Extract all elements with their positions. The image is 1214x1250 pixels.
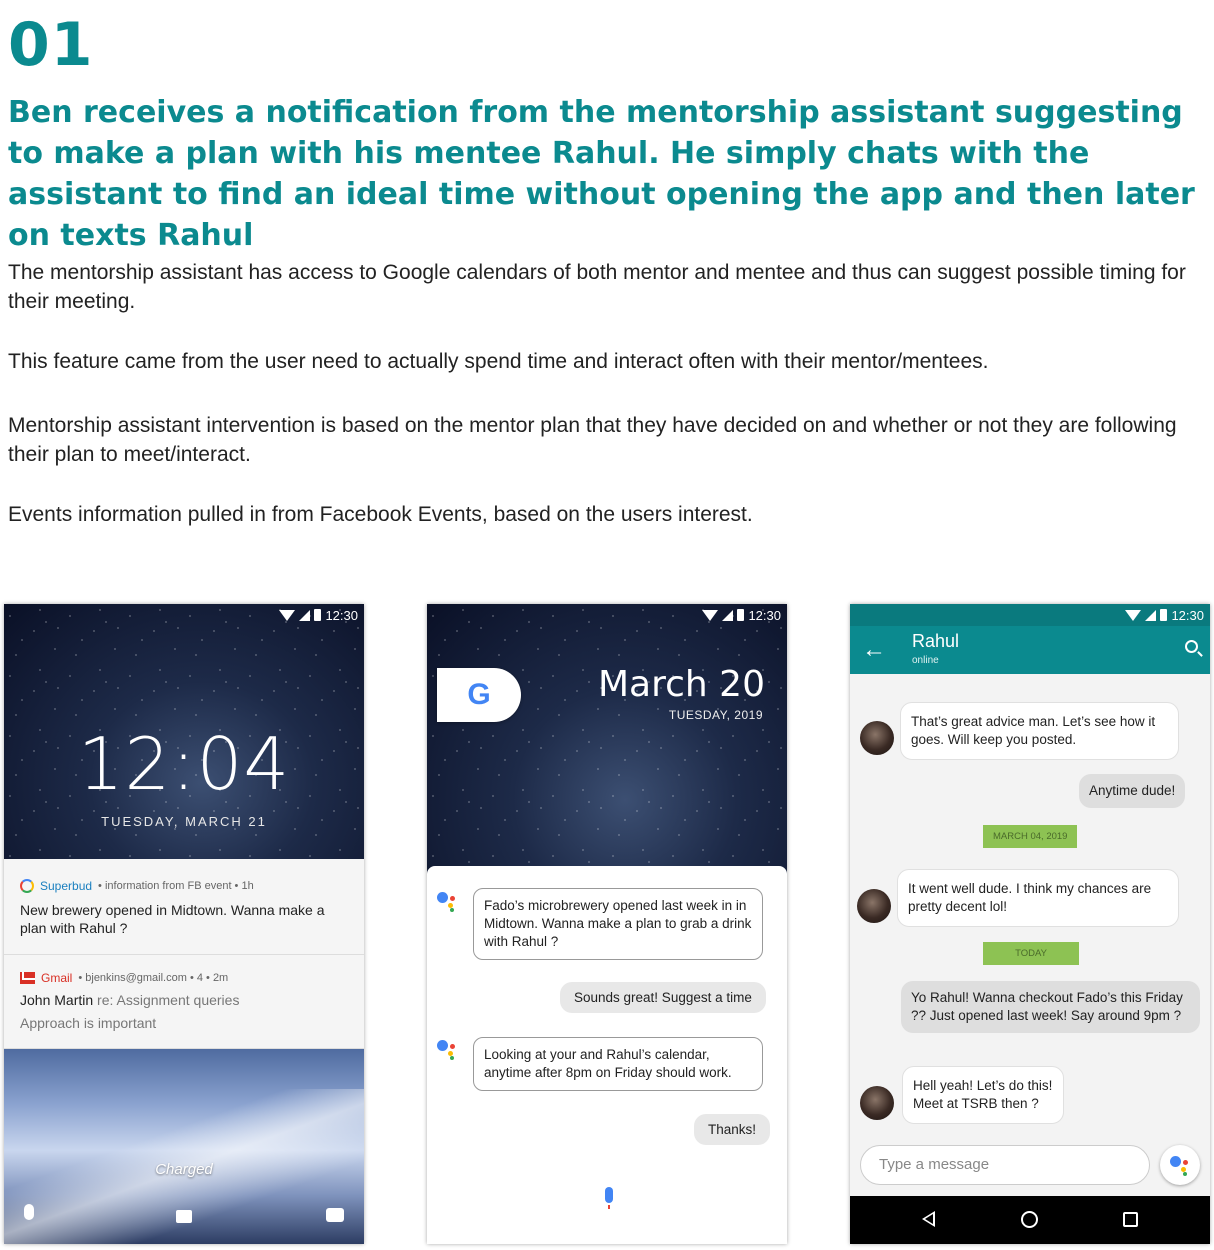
assistant-message: Looking at your and Rahul’s calendar, an… <box>473 1037 763 1091</box>
google-assistant-icon <box>437 1040 459 1062</box>
battery-icon <box>1160 609 1168 621</box>
avatar <box>860 1086 894 1120</box>
wifi-icon <box>279 609 296 621</box>
battery-icon <box>737 609 745 621</box>
status-time: 12:30 <box>748 607 781 623</box>
gmail-icon <box>20 972 35 984</box>
paragraph-user-need: This feature came from the user need to … <box>8 350 989 373</box>
phone-lockscreen: 12:30 12:04 TUESDAY, MARCH 21 Superbud •… <box>4 604 364 1244</box>
search-icon[interactable] <box>1185 640 1198 653</box>
google-search-pill[interactable]: G <box>437 668 521 722</box>
step-number: 01 <box>8 10 94 80</box>
lock-icon[interactable] <box>176 1210 192 1223</box>
google-assistant-icon <box>437 892 459 914</box>
outgoing-message: Yo Rahul! Wanna checkout Fado’s this Fri… <box>901 981 1200 1033</box>
outgoing-message: Anytime dude! <box>1079 774 1186 808</box>
email-subject: re: Assignment queries <box>97 992 240 1008</box>
charged-label: Charged <box>155 1161 213 1178</box>
date-separator: MARCH 04, 2019 <box>983 825 1078 848</box>
phone-chat: 12:30 ← Rahul online That’s great advice… <box>850 604 1210 1244</box>
status-time: 12:30 <box>1171 607 1204 623</box>
homescreen-date: March 20 <box>598 664 765 705</box>
notification-gmail[interactable]: Gmail • bjenkins@gmail.com • 4 • 2m John… <box>4 955 364 1049</box>
google-assistant-icon <box>1170 1156 1192 1178</box>
incoming-message: It went well dude. I think my chances ar… <box>897 869 1179 927</box>
homescreen-wallpaper <box>427 604 787 884</box>
notification-superbud[interactable]: Superbud • information from FB event • 1… <box>4 859 364 955</box>
signal-icon <box>1145 609 1157 621</box>
status-bar: 12:30 <box>4 604 364 626</box>
assistant-button[interactable] <box>1160 1145 1200 1185</box>
battery-icon <box>314 609 322 621</box>
nav-recents-icon[interactable] <box>1123 1212 1138 1227</box>
superbud-icon <box>20 879 34 893</box>
status-bar: 12:30 <box>850 604 1210 626</box>
android-nav-bar <box>850 1196 1210 1244</box>
date-separator: TODAY <box>983 942 1079 965</box>
signal-icon <box>299 609 311 621</box>
contact-status: online <box>912 655 939 666</box>
notification-meta: • bjenkins@gmail.com • 4 • 2m <box>78 972 229 984</box>
email-preview: Approach is important <box>20 1015 157 1031</box>
wifi-icon <box>1125 609 1142 621</box>
mic-icon[interactable] <box>24 1204 34 1220</box>
mic-icon[interactable] <box>605 1187 613 1209</box>
notification-app-name: Gmail <box>41 971 73 985</box>
google-logo-icon: G <box>467 678 491 711</box>
user-message: Sounds great! Suggest a time <box>560 982 766 1013</box>
notification-app-name: Superbud <box>40 879 93 893</box>
wifi-icon <box>702 609 719 621</box>
lockscreen-date: TUESDAY, MARCH 21 <box>101 814 267 829</box>
status-bar: 12:30 <box>427 604 787 626</box>
paragraph-events: Events information pulled in from Facebo… <box>8 503 753 526</box>
user-message: Thanks! <box>694 1114 771 1145</box>
contact-name: Rahul <box>912 631 960 651</box>
avatar <box>860 721 894 755</box>
camera-icon[interactable] <box>326 1208 344 1222</box>
message-input[interactable]: Type a message <box>860 1145 1150 1185</box>
avatar <box>857 889 891 923</box>
paragraph-intervention: Mentorship assistant intervention is bas… <box>8 414 1177 466</box>
incoming-message: Hell yeah! Let’s do this! Meet at TSRB t… <box>902 1066 1064 1124</box>
back-arrow-icon[interactable]: ← <box>862 636 886 664</box>
notification-meta: • information from FB event • 1h <box>98 880 254 892</box>
phone-assistant: 12:30 G March 20 TUESDAY, 2019 Fado’s mi… <box>427 604 787 1244</box>
signal-icon <box>722 609 734 621</box>
paragraph-calendar-access: The mentorship assistant has access to G… <box>8 261 1186 313</box>
assistant-message: Fado’s microbrewery opened last week in … <box>473 888 763 960</box>
email-sender: John Martin <box>20 992 94 1008</box>
notification-body: New brewery opened in Midtown. Wanna mak… <box>20 902 325 936</box>
lockscreen-clock: 12:04 <box>77 722 291 806</box>
chat-app-bar: 12:30 ← Rahul online <box>850 604 1210 674</box>
nav-back-icon[interactable] <box>922 1211 935 1227</box>
incoming-message: That’s great advice man. Let’s see how i… <box>900 702 1179 760</box>
status-time: 12:30 <box>325 607 358 623</box>
headline: Ben receives a notification from the men… <box>8 95 1195 253</box>
nav-home-icon[interactable] <box>1021 1211 1038 1228</box>
homescreen-subdate: TUESDAY, 2019 <box>668 708 763 722</box>
